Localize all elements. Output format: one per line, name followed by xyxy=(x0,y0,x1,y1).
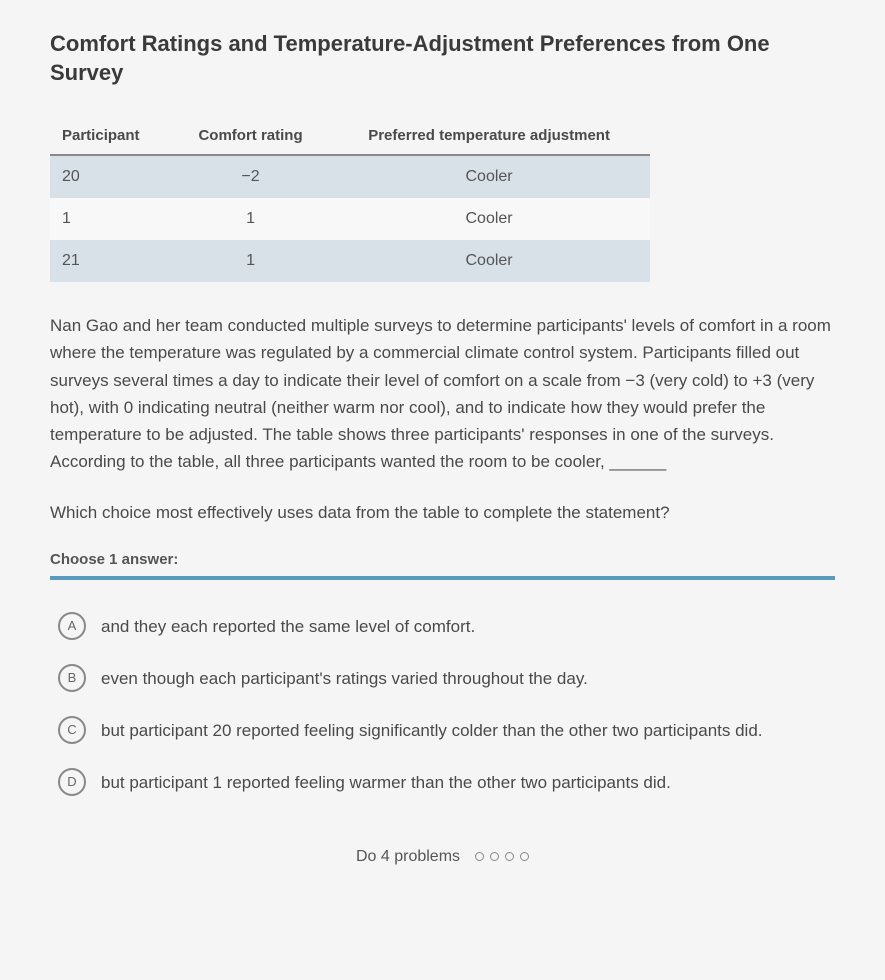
choice-d[interactable]: D but participant 1 reported feeling war… xyxy=(50,756,835,808)
progress-dot-icon xyxy=(490,852,499,861)
cell-adjustment: Cooler xyxy=(328,240,650,282)
table-row: 20 −2 Cooler xyxy=(50,155,650,198)
answer-choices: A and they each reported the same level … xyxy=(50,600,835,808)
choice-marker-a: A xyxy=(58,612,86,640)
table-header-participant: Participant xyxy=(50,117,173,155)
cell-adjustment: Cooler xyxy=(328,198,650,240)
choice-marker-b: B xyxy=(58,664,86,692)
progress-dots xyxy=(475,852,529,861)
cell-rating: −2 xyxy=(173,155,328,198)
footer-text: Do 4 problems xyxy=(356,848,460,866)
cell-rating: 1 xyxy=(173,240,328,282)
cell-participant: 1 xyxy=(50,198,173,240)
table-row: 21 1 Cooler xyxy=(50,240,650,282)
choice-text-c: but participant 20 reported feeling sign… xyxy=(101,716,763,744)
choice-a[interactable]: A and they each reported the same level … xyxy=(50,600,835,652)
progress-dot-icon xyxy=(520,852,529,861)
choice-text-b: even though each participant's ratings v… xyxy=(101,664,588,692)
table-row: 1 1 Cooler xyxy=(50,198,650,240)
choice-marker-c: C xyxy=(58,716,86,744)
choice-c[interactable]: C but participant 20 reported feeling si… xyxy=(50,704,835,756)
progress-dot-icon xyxy=(475,852,484,861)
choice-marker-d: D xyxy=(58,768,86,796)
cell-rating: 1 xyxy=(173,198,328,240)
question-text: Which choice most effectively uses data … xyxy=(50,500,835,526)
section-divider xyxy=(50,576,835,580)
cell-participant: 20 xyxy=(50,155,173,198)
cell-adjustment: Cooler xyxy=(328,155,650,198)
progress-dot-icon xyxy=(505,852,514,861)
passage-text: Nan Gao and her team conducted multiple … xyxy=(50,312,835,475)
table-header-adjustment: Preferred temperature adjustment xyxy=(328,117,650,155)
choice-text-a: and they each reported the same level of… xyxy=(101,612,475,640)
table-header-rating: Comfort rating xyxy=(173,117,328,155)
choice-b[interactable]: B even though each participant's ratings… xyxy=(50,652,835,704)
page-title: Comfort Ratings and Temperature-Adjustme… xyxy=(50,30,835,87)
choice-text-d: but participant 1 reported feeling warme… xyxy=(101,768,671,796)
footer: Do 4 problems xyxy=(50,848,835,866)
cell-participant: 21 xyxy=(50,240,173,282)
instruction-label: Choose 1 answer: xyxy=(50,551,835,568)
data-table: Participant Comfort rating Preferred tem… xyxy=(50,117,650,282)
